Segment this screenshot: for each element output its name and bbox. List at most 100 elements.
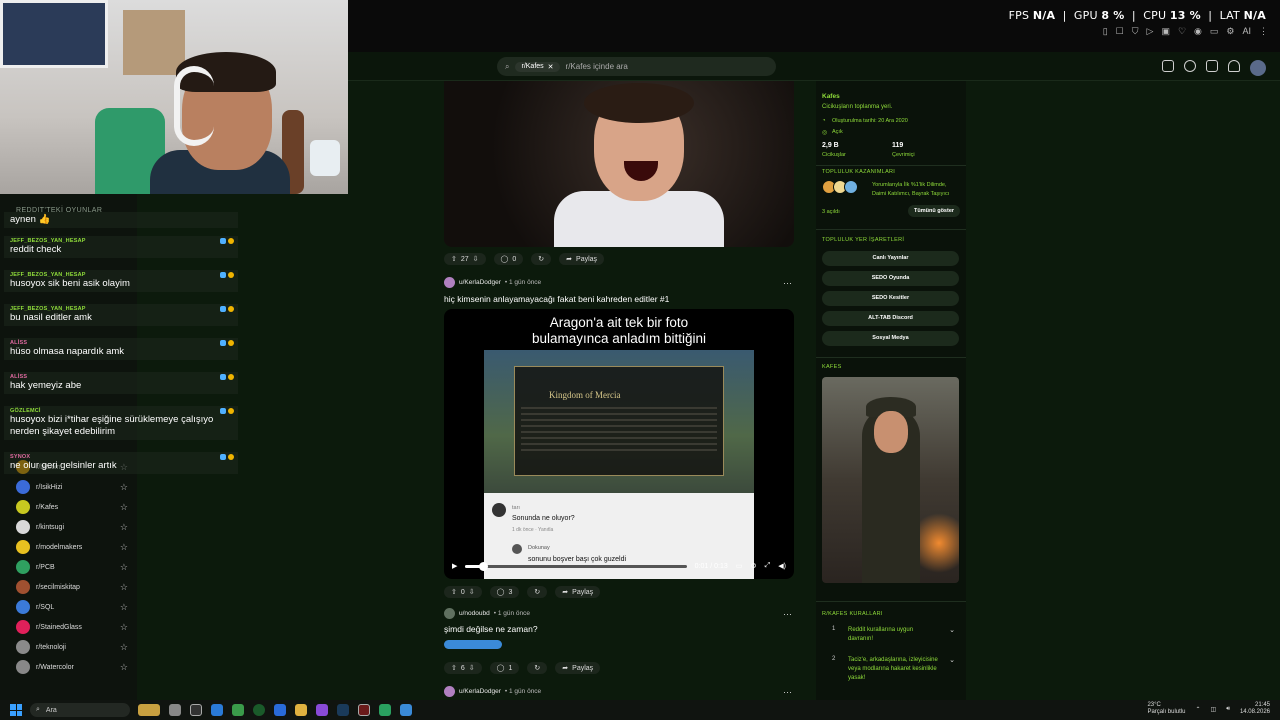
discord-icon[interactable]	[316, 704, 328, 716]
crosspost-button[interactable]: ↻	[527, 586, 548, 598]
vote-button[interactable]: ⇧ 0 ⇩	[444, 586, 482, 598]
mail-icon[interactable]	[274, 704, 286, 716]
upvote-icon[interactable]: ⇧	[451, 255, 457, 263]
user-avatar[interactable]	[444, 608, 455, 619]
favorite-star-icon[interactable]: ☆	[120, 562, 128, 573]
ai-label[interactable]: AI	[1242, 26, 1251, 37]
bookmark-button[interactable]: Sosyal Medya	[822, 331, 959, 346]
community-chip[interactable]: r/Kafes ✕	[515, 61, 560, 72]
notification-bell-icon[interactable]	[1228, 60, 1240, 72]
crosspost-button[interactable]: ↻	[527, 662, 548, 674]
share-button[interactable]: ➦ Paylaş	[559, 253, 605, 265]
user-avatar[interactable]	[444, 686, 455, 697]
seek-handle[interactable]	[479, 561, 489, 571]
create-post-icon[interactable]	[1206, 60, 1218, 72]
shield-icon[interactable]: ⛉	[1132, 26, 1139, 37]
widgets-icon[interactable]	[138, 704, 160, 716]
vote-button[interactable]: ⇧ 6 ⇩	[444, 662, 482, 674]
share-button[interactable]: ➦ Paylaş	[555, 586, 601, 598]
sidebar-item[interactable]: r/Watercolor ☆	[16, 659, 128, 675]
fullscreen-icon[interactable]: ⤢	[765, 562, 771, 570]
achievement-badges[interactable]	[822, 180, 858, 194]
favorite-star-icon[interactable]: ☆	[120, 482, 128, 493]
screenshot-icon[interactable]: ▣	[1161, 26, 1170, 37]
bookmark-button[interactable]: SEDO Oyunda	[822, 271, 959, 286]
sidebar-item[interactable]: r/StainedGlass ☆	[16, 619, 128, 635]
settings-icon[interactable]: ⚙	[1226, 26, 1234, 37]
avatar[interactable]	[1250, 60, 1266, 76]
volume-icon[interactable]: ◀)	[778, 562, 786, 570]
sidebar-item[interactable]: r/modelmakers ☆	[16, 539, 128, 555]
sidebar-item[interactable]: r/teknoloji ☆	[16, 639, 128, 655]
app-icon[interactable]	[400, 704, 412, 716]
favorite-star-icon[interactable]: ☆	[120, 662, 128, 673]
tv-icon[interactable]: ▭	[1210, 26, 1219, 37]
share-button[interactable]: ➦ Paylaş	[555, 662, 601, 674]
video-seek-bar[interactable]	[465, 561, 687, 571]
post-author[interactable]: u/KerlaDodger	[459, 688, 501, 695]
favorite-star-icon[interactable]: ☆	[120, 502, 128, 513]
rule-item[interactable]: 1 Reddit kurallarına uygun davranın! ⌄	[822, 626, 959, 654]
opera-gx-icon[interactable]	[358, 704, 370, 716]
settings-icon[interactable]: ⚙	[750, 562, 756, 570]
more-options-icon[interactable]: ···	[783, 687, 792, 697]
video-player[interactable]: Aragon'a ait tek bir foto bulamayınca an…	[444, 309, 794, 579]
app-icon[interactable]	[232, 704, 244, 716]
comments-button[interactable]: ◯ 1	[489, 662, 520, 674]
app-icon[interactable]	[379, 704, 391, 716]
chevron-up-icon[interactable]: ⌃	[1195, 706, 1200, 713]
favorite-star-icon[interactable]: ☆	[120, 522, 128, 533]
rule-item[interactable]: 2 Taciz'e, arkadaşlarına, izleyicisine ve…	[822, 656, 959, 684]
vote-button[interactable]: ⇧ 27 ⇩	[444, 253, 486, 265]
ad-icon[interactable]	[1162, 60, 1174, 72]
comments-button[interactable]: ◯ 0	[493, 253, 524, 265]
sidebar-item[interactable]: r/kintsugi ☆	[16, 519, 128, 535]
downvote-icon[interactable]: ⇩	[469, 588, 475, 596]
play-icon[interactable]: ▷	[1147, 26, 1154, 37]
messenger-icon[interactable]: ◉	[1194, 26, 1202, 37]
windows-start-icon[interactable]	[10, 704, 22, 716]
pin-icon[interactable]: ▯	[1103, 26, 1108, 37]
sidebar-item[interactable]: r/IsikHizi ☆	[16, 479, 128, 495]
file-explorer-icon[interactable]	[295, 704, 307, 716]
favorite-star-icon[interactable]: ☆	[120, 622, 128, 633]
bookmark-button[interactable]: SEDO Kesitler	[822, 291, 959, 306]
post-flair[interactable]	[444, 640, 502, 649]
window-icon[interactable]: ☐	[1116, 26, 1124, 37]
heart-icon[interactable]: ♡	[1178, 26, 1186, 37]
sidebar-item[interactable]: r/SQL ☆	[16, 599, 128, 615]
post-author[interactable]: u/nodoubd	[459, 610, 490, 617]
upvote-icon[interactable]: ⇧	[451, 588, 457, 596]
menu-icon[interactable]: ⋮	[1259, 26, 1268, 37]
bookmark-button[interactable]: ALT-TAB Discord	[822, 311, 959, 326]
post-media-image[interactable]	[444, 81, 794, 247]
more-options-icon[interactable]: ···	[783, 278, 792, 288]
upvote-icon[interactable]: ⇧	[451, 664, 457, 672]
post-author[interactable]: u/KerlaDodger	[459, 279, 501, 286]
downvote-icon[interactable]: ⇩	[473, 255, 479, 263]
favorite-star-icon[interactable]: ☆	[120, 642, 128, 653]
task-view-icon[interactable]	[169, 704, 181, 716]
weather-widget[interactable]: 23°C Parçalı bulutlu	[1147, 702, 1185, 716]
sidebar-item[interactable]: r/Kafes ☆	[16, 499, 128, 515]
chat-icon[interactable]	[1184, 60, 1196, 72]
play-icon[interactable]: ▶	[452, 562, 457, 570]
user-avatar[interactable]	[444, 277, 455, 288]
vscode-icon[interactable]	[211, 704, 223, 716]
close-icon[interactable]: ✕	[548, 63, 554, 71]
post-title[interactable]: hiç kimsenin anlayamayacağı fakat beni k…	[444, 294, 669, 304]
crosspost-button[interactable]: ↻	[531, 253, 552, 265]
network-icon[interactable]: ◫	[1211, 706, 1217, 713]
post-title[interactable]: şimdi değilse ne zaman?	[444, 624, 538, 634]
downvote-icon[interactable]: ⇩	[469, 664, 475, 672]
favorite-star-icon[interactable]: ☆	[120, 542, 128, 553]
favorite-star-icon[interactable]: ☆	[120, 602, 128, 613]
terminal-icon[interactable]	[190, 704, 202, 716]
more-options-icon[interactable]: ···	[783, 609, 792, 619]
chevron-down-icon[interactable]: ⌄	[949, 626, 955, 634]
comments-button[interactable]: ◯ 3	[489, 586, 520, 598]
taskbar-search-input[interactable]: ⌕ Ara	[30, 703, 130, 717]
volume-icon[interactable]: 🔊︎	[1226, 706, 1230, 713]
search-input[interactable]: ⌕ r/Kafes ✕ r/Kafes içinde ara	[497, 57, 776, 76]
clock[interactable]: 21:45 14.08.2026	[1240, 702, 1270, 716]
